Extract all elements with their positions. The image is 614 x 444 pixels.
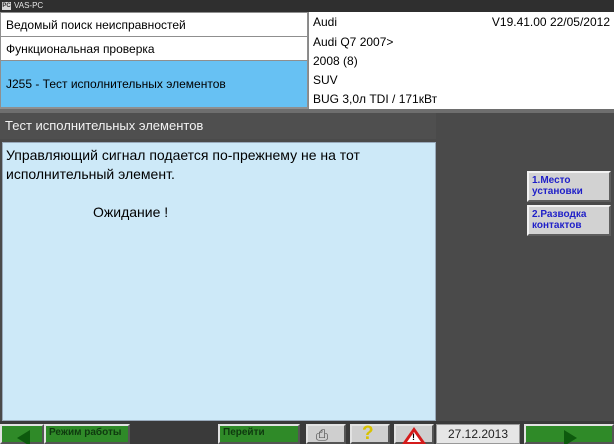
window-titlebar: PC VAS-PC — [0, 0, 614, 12]
installation-location-button[interactable]: 1.Место установки — [527, 171, 611, 202]
warning-button[interactable]: ! — [394, 424, 434, 444]
print-button[interactable]: ⎙ — [306, 424, 346, 444]
message-text: Управляющий сигнал подается по-прежнему … — [6, 147, 360, 182]
software-version: V19.41.00 22/05/2012 — [491, 15, 610, 29]
header-row-guided-fault-finding: Ведомый поиск неисправностей — [1, 13, 307, 36]
arrow-right-icon — [564, 430, 577, 444]
back-button[interactable] — [0, 424, 44, 444]
header-row-actuator-test: J255 - Тест исполнительных элементов — [1, 61, 307, 107]
app-icon: PC — [2, 2, 11, 10]
vehicle-info-panel: Audi V19.41.00 22/05/2012 Audi Q7 2007> … — [308, 12, 614, 109]
operating-mode-label: Режим работы — [49, 427, 122, 438]
section-title: Тест исполнительных элементов — [0, 113, 436, 139]
warning-mark: ! — [412, 432, 415, 442]
arrow-left-icon — [17, 430, 30, 444]
help-button[interactable]: ? — [350, 423, 390, 444]
vehicle-year: 2008 (8) — [313, 54, 358, 68]
header-row-function-test: Функциональная проверка — [1, 37, 307, 60]
window-title: VAS-PC — [14, 1, 44, 10]
operating-mode-button[interactable]: Режим работы — [44, 424, 130, 444]
vehicle-engine: BUG 3,0л TDI / 171кВт — [313, 92, 438, 106]
printer-icon: ⎙ — [316, 427, 329, 444]
waiting-status: Ожидание ! — [93, 204, 169, 220]
goto-button[interactable]: Перейти — [218, 424, 300, 444]
help-icon: ? — [362, 423, 374, 444]
vehicle-model: Audi Q7 2007> — [313, 35, 394, 49]
pin-assignment-button[interactable]: 2.Разводка контактов — [527, 205, 611, 236]
message-area: Управляющий сигнал подается по-прежнему … — [2, 142, 436, 421]
date-display: 27.12.2013 — [436, 424, 520, 444]
goto-label: Перейти — [223, 427, 265, 438]
forward-button[interactable] — [524, 424, 614, 444]
vehicle-make: Audi — [313, 15, 338, 29]
vehicle-body: SUV — [313, 73, 338, 87]
